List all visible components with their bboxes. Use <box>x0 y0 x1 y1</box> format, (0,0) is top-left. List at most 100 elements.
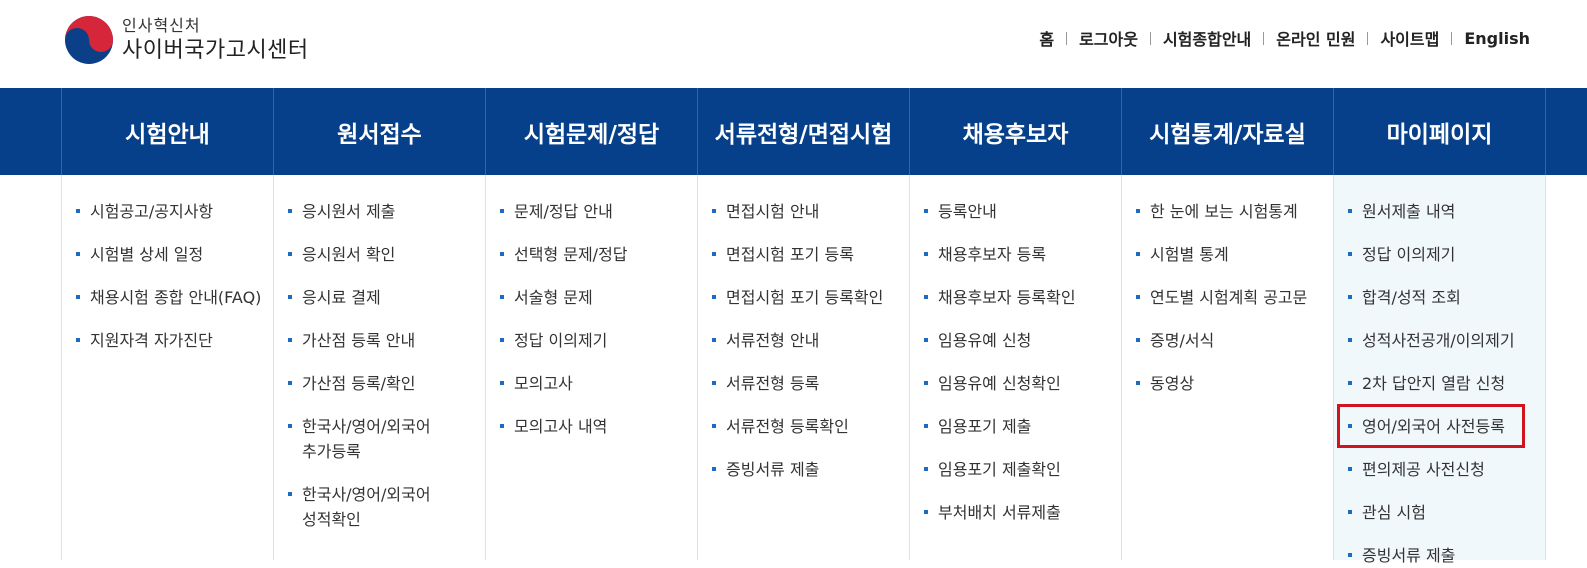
logo-sub-text: 인사혁신처 <box>122 16 201 35</box>
menu-item-label: 원서제출 내역 <box>1362 202 1456 221</box>
site-logo[interactable]: 인사혁신처 사이버국가고시센터 <box>64 14 309 66</box>
menu-item[interactable]: 정답 이의제기 <box>500 328 697 353</box>
menu-item-label: 서류전형 안내 <box>726 331 820 350</box>
util-link-english[interactable]: English <box>1464 29 1530 48</box>
menu-item[interactable]: 등록안내 <box>924 199 1121 224</box>
menu-item[interactable]: 지원자격 자가진단 <box>76 328 273 353</box>
square-bullet-icon <box>500 338 504 342</box>
menu-item-label: 채용후보자 등록확인 <box>938 288 1076 307</box>
menu-item-label: 동영상 <box>1150 374 1195 393</box>
menu-item[interactable]: 부처배치 서류제출 <box>924 500 1121 525</box>
menu-item-label: 면접시험 안내 <box>726 202 820 221</box>
menu-item[interactable]: 면접시험 안내 <box>712 199 909 224</box>
menu-item[interactable]: 영어/외국어 사전등록 <box>1348 414 1545 439</box>
menu-item[interactable]: 임용포기 제출확인 <box>924 457 1121 482</box>
menu-item[interactable]: 임용포기 제출 <box>924 414 1121 439</box>
square-bullet-icon <box>500 424 504 428</box>
square-bullet-icon <box>288 338 292 342</box>
menu-item[interactable]: 채용후보자 등록확인 <box>924 285 1121 310</box>
square-bullet-icon <box>712 209 716 213</box>
square-bullet-icon <box>288 295 292 299</box>
menu-item-label: 연도별 시험계획 공고문 <box>1150 288 1308 307</box>
menu-item[interactable]: 채용시험 종합 안내(FAQ) <box>76 285 273 310</box>
menu-item[interactable]: 증빙서류 제출 <box>1348 543 1545 568</box>
menu-item-label: 영어/외국어 사전등록 <box>1362 417 1505 436</box>
nav-tab-document-interview[interactable]: 서류전형/면접시험 <box>697 88 909 175</box>
menu-item[interactable]: 한국사/영어/외국어 성적확인 <box>288 482 485 532</box>
square-bullet-icon <box>1348 467 1352 471</box>
main-nav: 시험안내 원서접수 시험문제/정답 서류전형/면접시험 채용후보자 시험통계/자… <box>0 88 1587 175</box>
menu-item[interactable]: 정답 이의제기 <box>1348 242 1545 267</box>
nav-tab-candidates[interactable]: 채용후보자 <box>909 88 1121 175</box>
menu-item-label: 가산점 등록 안내 <box>302 331 416 350</box>
util-link-home[interactable]: 홈 <box>1039 26 1054 50</box>
util-link-online-service[interactable]: 온라인 민원 <box>1276 26 1355 50</box>
square-bullet-icon <box>924 338 928 342</box>
menu-item[interactable]: 서류전형 등록확인 <box>712 414 909 439</box>
menu-item-label: 임용포기 제출 <box>938 417 1032 436</box>
menu-item[interactable]: 시험별 상세 일정 <box>76 242 273 267</box>
menu-item[interactable]: 응시원서 확인 <box>288 242 485 267</box>
menu-item[interactable]: 시험별 통계 <box>1136 242 1333 267</box>
menu-item[interactable]: 임용유예 신청확인 <box>924 371 1121 396</box>
menu-item[interactable]: 연도별 시험계획 공고문 <box>1136 285 1333 310</box>
nav-tab-questions-answers[interactable]: 시험문제/정답 <box>485 88 697 175</box>
nav-tab-application[interactable]: 원서접수 <box>273 88 485 175</box>
menu-item-label: 한국사/영어/외국어 성적확인 <box>302 485 431 529</box>
menu-item-label: 임용포기 제출확인 <box>938 460 1061 479</box>
square-bullet-icon <box>1136 209 1140 213</box>
menu-item[interactable]: 모의고사 내역 <box>500 414 697 439</box>
menu-item[interactable]: 편의제공 사전신청 <box>1348 457 1545 482</box>
menu-item[interactable]: 모의고사 <box>500 371 697 396</box>
menu-item[interactable]: 응시료 결제 <box>288 285 485 310</box>
menu-item[interactable]: 성적사전공개/이의제기 <box>1348 328 1545 353</box>
util-link-exam-guide[interactable]: 시험종합안내 <box>1163 26 1251 50</box>
square-bullet-icon <box>1348 510 1352 514</box>
menu-item[interactable]: 동영상 <box>1136 371 1333 396</box>
square-bullet-icon <box>924 510 928 514</box>
menu-item[interactable]: 2차 답안지 열람 신청 <box>1348 371 1545 396</box>
square-bullet-icon <box>288 424 292 428</box>
menu-item[interactable]: 채용후보자 등록 <box>924 242 1121 267</box>
logo-main-text: 사이버국가고시센터 <box>122 38 309 63</box>
square-bullet-icon <box>712 295 716 299</box>
menu-item[interactable]: 합격/성적 조회 <box>1348 285 1545 310</box>
menu-item-label: 증명/서식 <box>1150 331 1215 350</box>
menu-item[interactable]: 가산점 등록/확인 <box>288 371 485 396</box>
nav-tab-exam-info[interactable]: 시험안내 <box>61 88 273 175</box>
menu-item-label: 문제/정답 안내 <box>514 202 613 221</box>
menu-item-label: 임용유예 신청확인 <box>938 374 1061 393</box>
menu-item[interactable]: 한국사/영어/외국어 추가등록 <box>288 414 485 464</box>
util-link-sitemap[interactable]: 사이트맵 <box>1380 26 1439 50</box>
menu-item-label: 증빙서류 제출 <box>1362 546 1456 565</box>
util-link-logout[interactable]: 로그아웃 <box>1079 26 1138 50</box>
menu-item[interactable]: 서류전형 안내 <box>712 328 909 353</box>
menu-item[interactable]: 면접시험 포기 등록 <box>712 242 909 267</box>
menu-item-label: 면접시험 포기 등록 <box>726 245 854 264</box>
square-bullet-icon <box>1348 209 1352 213</box>
menu-item[interactable]: 관심 시험 <box>1348 500 1545 525</box>
menu-item[interactable]: 서류전형 등록 <box>712 371 909 396</box>
square-bullet-icon <box>1348 252 1352 256</box>
menu-item-label: 채용후보자 등록 <box>938 245 1047 264</box>
menu-item[interactable]: 시험공고/공지사항 <box>76 199 273 224</box>
menu-item-label: 응시원서 제출 <box>302 202 396 221</box>
nav-tab-mypage[interactable]: 마이페이지 <box>1333 88 1546 175</box>
menu-item[interactable]: 증빙서류 제출 <box>712 457 909 482</box>
nav-tab-statistics[interactable]: 시험통계/자료실 <box>1121 88 1333 175</box>
menu-item[interactable]: 선택형 문제/정답 <box>500 242 697 267</box>
square-bullet-icon <box>924 467 928 471</box>
menu-item[interactable]: 원서제출 내역 <box>1348 199 1545 224</box>
menu-item[interactable]: 문제/정답 안내 <box>500 199 697 224</box>
menu-item[interactable]: 증명/서식 <box>1136 328 1333 353</box>
menu-item[interactable]: 서술형 문제 <box>500 285 697 310</box>
square-bullet-icon <box>76 295 80 299</box>
menu-item[interactable]: 응시원서 제출 <box>288 199 485 224</box>
square-bullet-icon <box>76 338 80 342</box>
menu-item[interactable]: 임용유예 신청 <box>924 328 1121 353</box>
menu-item[interactable]: 면접시험 포기 등록확인 <box>712 285 909 310</box>
menu-item[interactable]: 한 눈에 보는 시험통계 <box>1136 199 1333 224</box>
square-bullet-icon <box>712 338 716 342</box>
menu-item[interactable]: 가산점 등록 안내 <box>288 328 485 353</box>
square-bullet-icon <box>76 252 80 256</box>
